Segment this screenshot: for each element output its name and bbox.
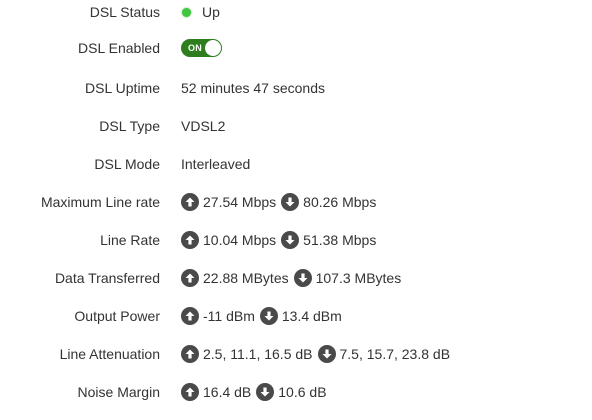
- dsl-uptime-label: DSL Uptime: [85, 80, 160, 96]
- arrow-up-icon: [181, 345, 199, 363]
- dsl-status-value: Up: [181, 4, 220, 20]
- max-line-rate-label: Maximum Line rate: [40, 194, 160, 210]
- dsl-mode-label: DSL Mode: [94, 156, 160, 172]
- arrow-down-icon: [256, 383, 275, 401]
- row-line-attenuation: Line Attenuation 2.5, 11.1, 16.5 dB 7.5,…: [0, 342, 592, 366]
- noise-margin-label: Noise Margin: [77, 384, 160, 400]
- row-dsl-uptime: DSL Uptime 52 minutes 47 seconds: [0, 76, 592, 100]
- row-line-rate: Line Rate 10.04 Mbps 51.38 Mbps: [0, 228, 592, 252]
- toggle-knob: [205, 40, 221, 56]
- output-power-label: Output Power: [74, 308, 160, 324]
- dsl-type-value: VDSL2: [181, 118, 226, 134]
- arrow-down-icon: [293, 269, 312, 287]
- arrow-up-icon: [181, 193, 199, 211]
- row-max-line-rate: Maximum Line rate 27.54 Mbps 80.26 Mbps: [0, 190, 592, 214]
- noise-margin-value: 16.4 dB 10.6 dB: [181, 383, 327, 401]
- arrow-down-icon: [281, 193, 300, 211]
- dsl-status-panel: DSL Status Up DSL Enabled ON DSL Uptime …: [0, 0, 592, 420]
- row-dsl-mode: DSL Mode Interleaved: [0, 152, 592, 176]
- noise-margin-up: 16.4 dB: [203, 384, 252, 400]
- row-dsl-enabled: DSL Enabled ON: [0, 36, 592, 60]
- arrow-down-icon: [281, 231, 300, 249]
- dsl-enabled-label: DSL Enabled: [78, 40, 160, 56]
- dsl-enabled-value: ON: [181, 39, 222, 57]
- dsl-uptime-value: 52 minutes 47 seconds: [181, 80, 325, 96]
- data-transferred-value: 22.88 MBytes 107.3 MBytes: [181, 269, 401, 287]
- line-rate-down: 51.38 Mbps: [303, 232, 377, 248]
- data-transferred-up: 22.88 MBytes: [203, 270, 289, 286]
- output-power-value: -11 dBm 13.4 dBm: [181, 307, 342, 325]
- line-rate-value: 10.04 Mbps 51.38 Mbps: [181, 231, 376, 249]
- arrow-down-icon: [317, 345, 336, 363]
- line-rate-label: Line Rate: [100, 232, 160, 248]
- output-power-up: -11 dBm: [203, 308, 255, 324]
- max-line-rate-up: 27.54 Mbps: [203, 194, 277, 210]
- arrow-down-icon: [259, 307, 278, 325]
- output-power-down: 13.4 dBm: [281, 308, 342, 324]
- row-dsl-type: DSL Type VDSL2: [0, 114, 592, 138]
- data-transferred-label: Data Transferred: [54, 270, 160, 286]
- arrow-up-icon: [181, 383, 199, 401]
- arrow-up-icon: [181, 307, 199, 325]
- line-attenuation-value: 2.5, 11.1, 16.5 dB 7.5, 15.7, 23.8 dB: [181, 345, 450, 363]
- noise-margin-down: 10.6 dB: [278, 384, 327, 400]
- dsl-enabled-toggle[interactable]: ON: [181, 39, 222, 57]
- dsl-type-label: DSL Type: [99, 118, 160, 134]
- line-rate-up: 10.04 Mbps: [203, 232, 277, 248]
- row-output-power: Output Power -11 dBm 13.4 dBm: [0, 304, 592, 328]
- toggle-on-label: ON: [188, 43, 202, 53]
- line-attenuation-down: 7.5, 15.7, 23.8 dB: [339, 346, 451, 362]
- arrow-up-icon: [181, 269, 199, 287]
- line-attenuation-label: Line Attenuation: [59, 346, 160, 362]
- dsl-status-label: DSL Status: [89, 4, 160, 20]
- line-attenuation-up: 2.5, 11.1, 16.5 dB: [203, 346, 313, 362]
- max-line-rate-value: 27.54 Mbps 80.26 Mbps: [181, 193, 376, 211]
- status-dot-icon: [182, 7, 191, 17]
- arrow-up-icon: [181, 231, 199, 249]
- dsl-status-text: Up: [202, 4, 220, 20]
- max-line-rate-down: 80.26 Mbps: [303, 194, 377, 210]
- row-data-transferred: Data Transferred 22.88 MBytes 107.3 MByt…: [0, 266, 592, 290]
- dsl-mode-value: Interleaved: [181, 156, 251, 172]
- data-transferred-down: 107.3 MBytes: [315, 270, 402, 286]
- row-dsl-status: DSL Status Up: [0, 0, 592, 24]
- row-noise-margin: Noise Margin 16.4 dB 10.6 dB: [0, 380, 592, 404]
